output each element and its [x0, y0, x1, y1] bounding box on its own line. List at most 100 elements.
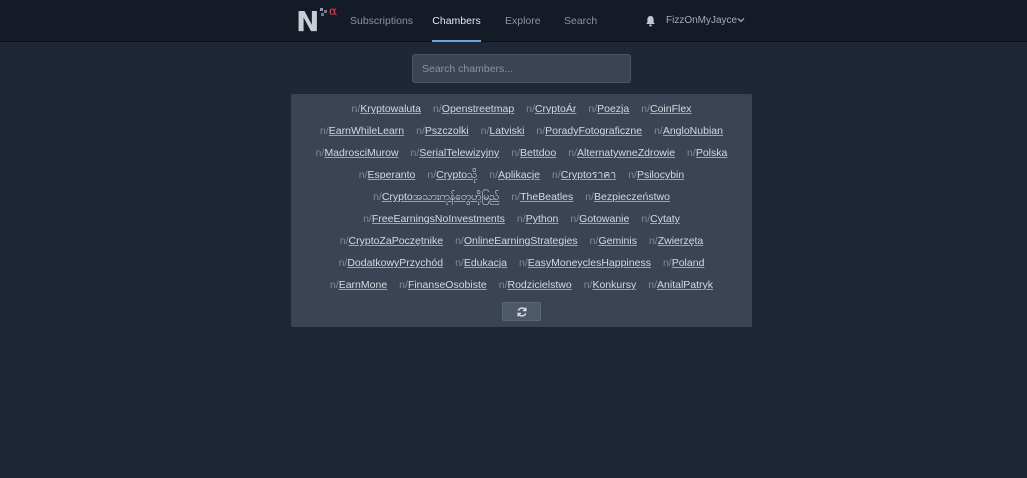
chamber-link[interactable]: Zwierzęta	[658, 235, 704, 247]
chamber-item: n/TheBeatles	[511, 191, 573, 203]
chamber-prefix: n/	[588, 103, 598, 115]
refresh-button[interactable]	[502, 302, 541, 321]
chamber-prefix: n/	[511, 191, 521, 203]
chamber-item: n/Openstreetmap	[433, 103, 514, 115]
chamber-prefix: n/	[648, 279, 658, 291]
chamber-link[interactable]: EarnMone	[339, 279, 387, 291]
chamber-row: n/EarnWhileLearn n/Pszczolki n/Latviski n/P…	[291, 124, 752, 146]
chamber-link[interactable]: Cytaty	[650, 213, 680, 225]
chamber-link[interactable]: CryptoÁr	[535, 103, 576, 115]
chamber-link[interactable]: DodatkowyPrzychód	[347, 257, 443, 269]
chamber-item: n/Cryptoသို	[427, 169, 477, 181]
chamber-prefix: n/	[585, 191, 595, 203]
chamber-item: n/AlternatywneZdrowie	[568, 147, 675, 159]
chamber-link[interactable]: AngloNubian	[663, 125, 723, 137]
chamber-item: n/Poland	[663, 257, 704, 269]
chamber-link[interactable]: Cryptoราคา	[561, 169, 616, 181]
chamber-prefix: n/	[373, 191, 382, 203]
chamber-item: n/FinanseOsobiste	[399, 279, 487, 291]
chamber-prefix: n/	[687, 147, 696, 159]
chamber-link[interactable]: Bezpieczeństwo	[594, 191, 670, 203]
user-menu-name[interactable]: FizzOnMyJayce	[666, 0, 737, 42]
chamber-prefix: n/	[628, 169, 637, 181]
chamber-link[interactable]: Aplikacje	[498, 169, 540, 181]
chamber-prefix: n/	[410, 147, 420, 159]
chamber-link[interactable]: FreeEarningsNoInvestments	[372, 213, 505, 225]
chamber-link[interactable]: AnitalPatryk	[657, 279, 713, 291]
chamber-link[interactable]: Kryptowaluta	[360, 103, 421, 115]
chamber-link[interactable]: CryptoZaPoczętnike	[349, 235, 444, 247]
chamber-prefix: n/	[648, 235, 658, 247]
chamber-row: n/EarnMone n/FinanseOsobiste n/Rodzicielst…	[291, 278, 752, 300]
chamber-row: n/Esperanto n/Cryptoသို n/Aplikacje n/Crypt…	[291, 168, 752, 190]
chamber-link[interactable]: Latviski	[489, 125, 524, 137]
chamber-link[interactable]: Cryptoသို	[436, 169, 477, 181]
chamber-link[interactable]: Bettdoo	[520, 147, 556, 159]
chamber-link[interactable]: Esperanto	[368, 169, 416, 181]
chamber-row: n/MadrosciMurow n/SerialTelewizyjny n/Bett…	[291, 146, 752, 168]
chamber-item: n/FreeEarningsNoInvestments	[363, 213, 505, 225]
chamber-link[interactable]: Gotowanie	[579, 213, 629, 225]
chamber-link[interactable]: Psilocybin	[637, 169, 684, 181]
nav-search[interactable]: Search	[564, 0, 597, 42]
nav-explore[interactable]: Explore	[505, 0, 541, 42]
chamber-prefix: n/	[641, 213, 651, 225]
top-navigation-bar: N α Subscriptions Chambers Explore Searc…	[0, 0, 1027, 42]
bell-icon[interactable]	[645, 15, 656, 27]
chamber-item: n/Kryptowaluta	[352, 103, 421, 115]
chamber-link[interactable]: Konkursy	[592, 279, 636, 291]
chamber-item: n/Python	[517, 213, 558, 225]
chamber-link[interactable]: Python	[526, 213, 559, 225]
chamber-link[interactable]: TheBeatles	[520, 191, 573, 203]
chamber-link[interactable]: Poland	[672, 257, 705, 269]
chamber-link[interactable]: EasyMoneyclesHappiness	[528, 257, 651, 269]
chamber-prefix: n/	[570, 213, 580, 225]
chamber-link[interactable]: CoinFlex	[650, 103, 691, 115]
chamber-link[interactable]: AlternatywneZdrowie	[577, 147, 675, 159]
chamber-link[interactable]: Pszczolki	[425, 125, 469, 137]
site-logo[interactable]: N α	[295, 4, 341, 38]
chamber-prefix: n/	[320, 125, 329, 137]
chamber-link[interactable]: OnlineEarningStrategies	[464, 235, 578, 247]
chamber-item: n/Rodzicielstwo	[499, 279, 572, 291]
chamber-item: n/AnitalPatryk	[648, 279, 713, 291]
chamber-prefix: n/	[455, 257, 464, 269]
chamber-link[interactable]: FinanseOsobiste	[408, 279, 487, 291]
chamber-link[interactable]: Edukacja	[464, 257, 507, 269]
chamber-link[interactable]: MadrosciMurow	[324, 147, 398, 159]
chamber-item: n/Esperanto	[359, 169, 416, 181]
chamber-link[interactable]: PoradyFotograficzne	[545, 125, 642, 137]
chamber-link[interactable]: Openstreetmap	[442, 103, 514, 115]
chamber-link[interactable]: Polska	[696, 147, 728, 159]
chamber-prefix: n/	[526, 103, 535, 115]
chevron-down-icon[interactable]	[737, 17, 745, 23]
nav-subscriptions[interactable]: Subscriptions	[350, 0, 413, 42]
chamber-row: n/Kryptowaluta n/Openstreetmap n/CryptoÁr n…	[291, 102, 752, 124]
chamber-item: n/Cryptoအသားကုန်တွေဟိုမြည်	[373, 191, 499, 203]
chamber-link[interactable]: Rodzicielstwo	[508, 279, 572, 291]
chamber-item: n/CryptoÁr	[526, 103, 576, 115]
chamber-row: n/Cryptoအသားကုန်တွေဟိုမြည် n/TheBeatles n/…	[291, 190, 752, 212]
chamber-link[interactable]: SerialTelewizyjny	[419, 147, 499, 159]
logo-alpha-badge: α	[329, 4, 338, 18]
chamber-prefix: n/	[455, 235, 464, 247]
chamber-prefix: n/	[536, 125, 546, 137]
chamber-prefix: n/	[552, 169, 561, 181]
nav-chambers[interactable]: Chambers	[432, 0, 481, 42]
chamber-link[interactable]: Poezja	[597, 103, 629, 115]
chamber-prefix: n/	[329, 279, 339, 291]
search-chambers-input[interactable]	[412, 54, 631, 83]
chambers-panel: n/Kryptowaluta n/Openstreetmap n/CryptoÁr n…	[291, 94, 752, 327]
chamber-item: n/Poezja	[588, 103, 629, 115]
chamber-item: n/Edukacja	[455, 257, 507, 269]
refresh-icon	[517, 307, 527, 317]
chamber-link[interactable]: EarnWhileLearn	[329, 125, 404, 137]
chamber-item: n/Aplikacje	[489, 169, 540, 181]
chamber-link[interactable]: Geminis	[598, 235, 637, 247]
chamber-item: n/CoinFlex	[641, 103, 691, 115]
chamber-prefix: n/	[399, 279, 408, 291]
chamber-link[interactable]: Cryptoအသားကုန်တွေဟိုမြည်	[382, 191, 500, 203]
chamber-item: n/SerialTelewizyjny	[411, 147, 500, 159]
chamber-prefix: n/	[498, 279, 508, 291]
chamber-prefix: n/	[416, 125, 425, 137]
